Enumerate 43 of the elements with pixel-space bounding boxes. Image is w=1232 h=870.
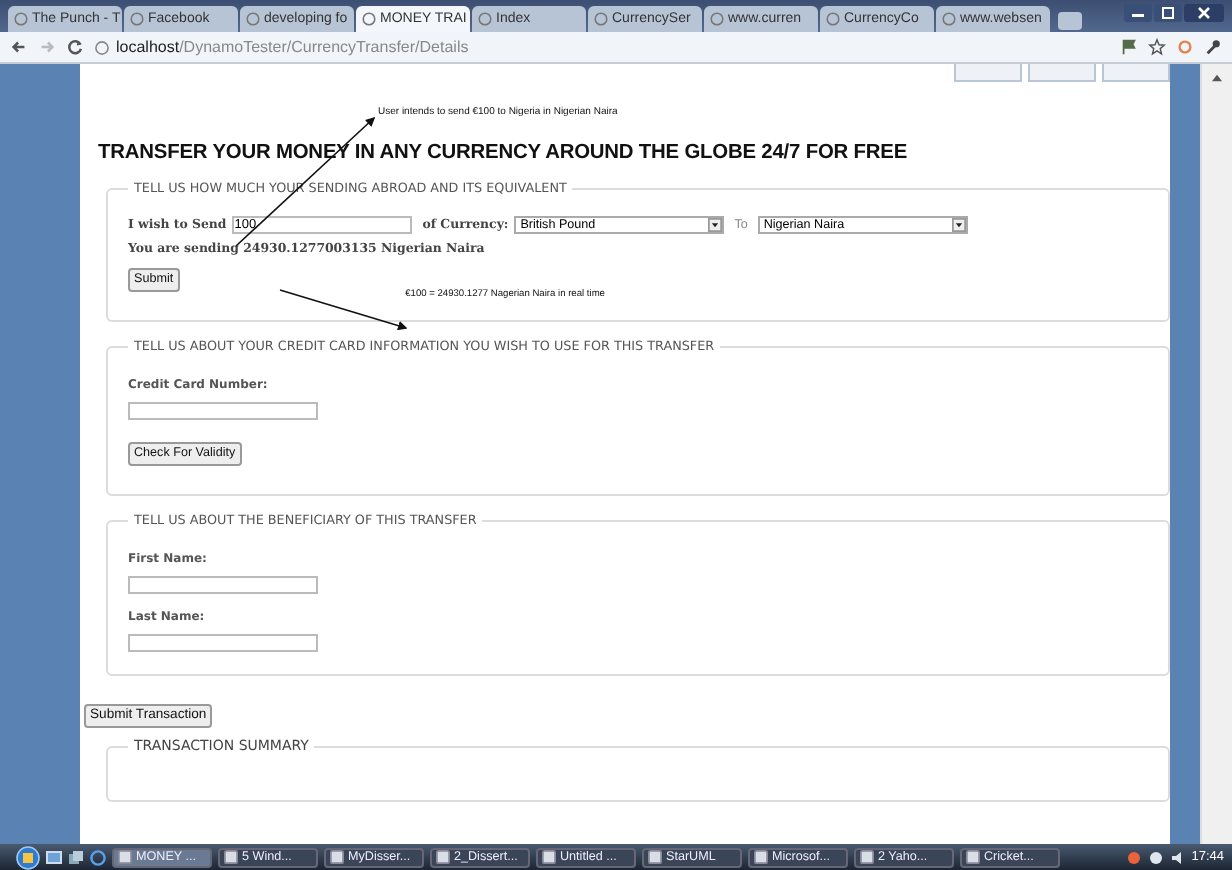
desktop-icon[interactable] [46, 849, 62, 865]
card-number-field[interactable] [128, 402, 318, 420]
app-icon [648, 850, 662, 864]
app-icon [754, 850, 768, 864]
globe-icon [246, 12, 260, 26]
app-icon [118, 850, 132, 864]
app-icon [966, 850, 980, 864]
back-icon[interactable] [10, 38, 28, 56]
annotation-arrow [279, 289, 408, 331]
window-switch-icon[interactable] [68, 849, 84, 865]
wrench-icon[interactable] [1204, 38, 1222, 56]
globe-icon [826, 12, 840, 26]
globe-icon [942, 12, 956, 26]
app-icon [860, 850, 874, 864]
url-host: localhost [116, 38, 180, 56]
globe-icon [594, 12, 608, 26]
speaker-icon[interactable] [1169, 849, 1186, 865]
app-icon [436, 850, 450, 864]
app-icon [542, 850, 556, 864]
name-field[interactable] [128, 576, 318, 594]
globe-icon [710, 12, 724, 26]
start-button-icon[interactable] [16, 845, 40, 869]
star-icon[interactable] [1148, 38, 1166, 56]
scroll-up-icon[interactable] [1212, 74, 1222, 82]
globe-icon [130, 12, 144, 26]
page-icon [94, 39, 110, 55]
address-field[interactable]: localhost/DynamoTester/CurrencyTransfer/Details [94, 35, 1110, 59]
url-path: /DynamoTester/CurrencyTransfer/Details [179, 38, 469, 56]
globe-icon [14, 12, 28, 26]
flag-icon[interactable] [1120, 38, 1138, 56]
browser-icon[interactable] [90, 849, 106, 865]
maximize-icon[interactable] [1154, 4, 1182, 22]
reload-icon[interactable] [66, 38, 84, 56]
app-icon [224, 850, 238, 864]
dropdown-arrow-icon [708, 218, 723, 232]
globe-icon [362, 12, 376, 26]
scrollbar[interactable] [1200, 64, 1232, 844]
name-field[interactable] [128, 634, 318, 652]
minimize-icon[interactable] [1124, 4, 1152, 22]
close-icon[interactable] [1184, 4, 1224, 22]
globe-icon [478, 12, 492, 26]
dropdown-arrow-icon [951, 218, 966, 232]
app-icon [330, 850, 344, 864]
